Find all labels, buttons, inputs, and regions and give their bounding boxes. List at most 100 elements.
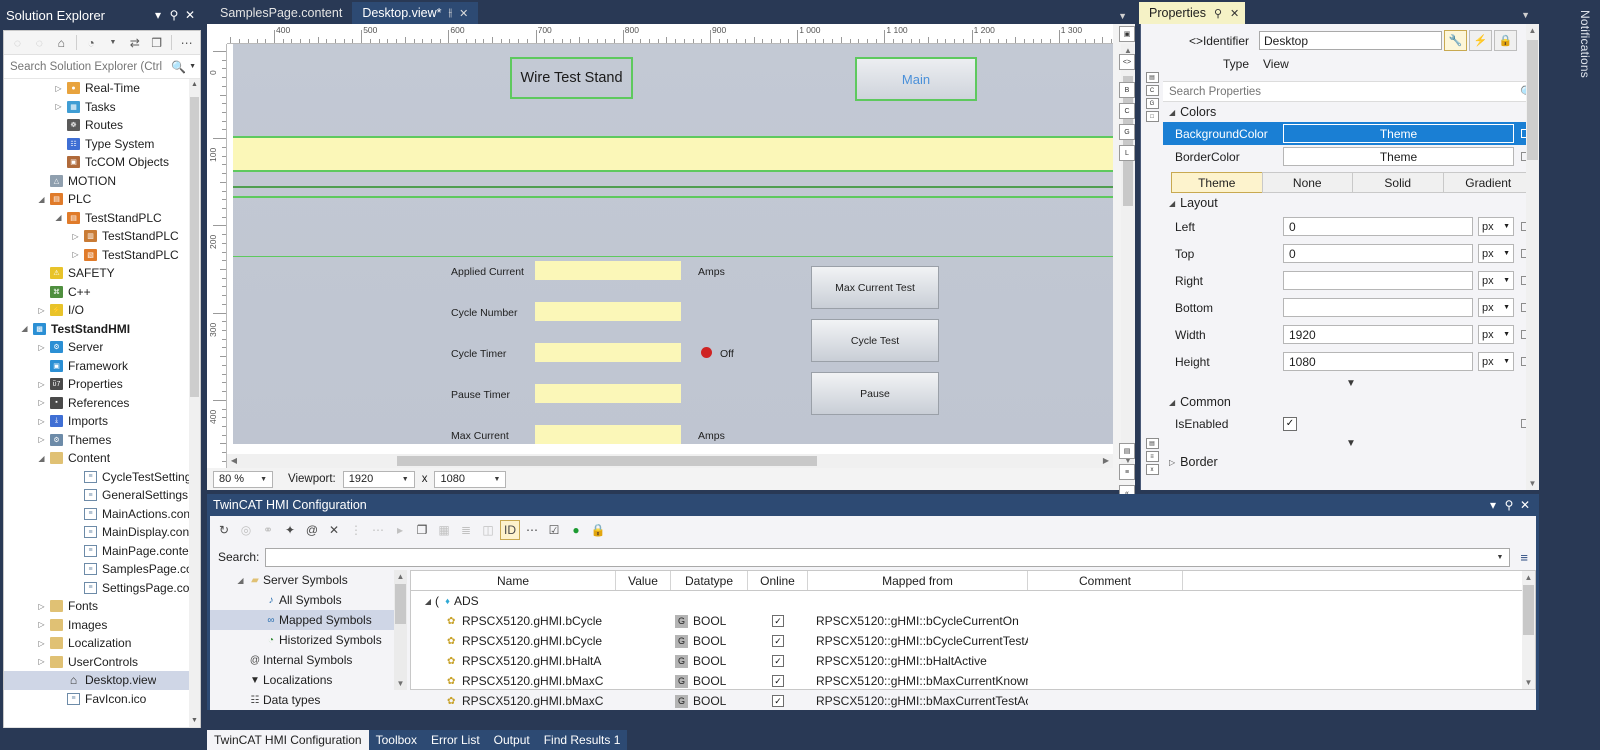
chevron-right-icon[interactable]: ▷ <box>1169 458 1175 467</box>
scroll-up-icon[interactable]: ▲ <box>189 79 200 91</box>
map-icon[interactable]: ⋮ <box>346 520 366 540</box>
is-enabled-checkbox[interactable]: ✓ <box>1283 416 1297 431</box>
collapse-all-icon[interactable]: ❐ <box>147 33 166 52</box>
tree-item[interactable]: ⌘ C++ <box>4 283 189 302</box>
hmi-value-field[interactable] <box>535 302 681 321</box>
tree-scrollbar-vertical[interactable]: ▲ ▼ <box>394 570 407 690</box>
layout-field-input[interactable] <box>1283 271 1473 290</box>
scrollbar-thumb[interactable] <box>397 456 817 466</box>
close-icon[interactable]: ✕ <box>182 7 198 23</box>
chevron-down-icon[interactable]: ▼ <box>104 33 123 52</box>
tree-item[interactable]: ≡ MainDisplay.con <box>4 523 189 542</box>
tab-properties[interactable]: Properties ⚲ ✕ <box>1139 2 1246 24</box>
search-input[interactable] <box>271 550 1493 564</box>
properties-rail-icon-1[interactable]: ▤ <box>1145 72 1159 83</box>
delete-icon[interactable]: ✕ <box>324 520 344 540</box>
chevron-right-icon[interactable]: ▷ <box>35 639 48 648</box>
chevron-down-icon[interactable]: ▼ <box>1503 358 1510 365</box>
bottom-tab[interactable]: Error List <box>423 730 487 750</box>
scrollbar-thumb[interactable] <box>1523 585 1534 635</box>
online-checkbox[interactable]: ✓ <box>772 635 784 647</box>
scroll-down-icon[interactable]: ▼ <box>1526 477 1539 490</box>
chevron-right-icon[interactable]: ▷ <box>35 380 48 389</box>
chevron-down-icon[interactable]: ◢ <box>1169 398 1175 407</box>
chevron-right-icon[interactable]: ▷ <box>35 306 48 315</box>
search-icon[interactable]: 🔍 <box>171 60 186 74</box>
scroll-up-icon[interactable]: ▲ <box>394 570 407 583</box>
overflow-icon[interactable]: ⋯ <box>177 33 196 52</box>
scrollbar-thumb[interactable] <box>190 97 199 397</box>
tree-item[interactable]: ≡ FavIcon.ico <box>4 690 189 709</box>
at-icon[interactable]: @ <box>302 520 322 540</box>
lock-icon[interactable]: 🔒 <box>588 520 608 540</box>
tree-item[interactable]: ≡ CycleTestSetting: <box>4 468 189 487</box>
chevron-down-icon[interactable]: ▼ <box>1521 10 1539 24</box>
hmi-tree-item[interactable]: ◔ Historized Symbols <box>210 630 407 650</box>
chevron-down-icon[interactable]: ▼ <box>1492 554 1507 561</box>
tree-item[interactable]: ◢ Content <box>4 449 189 468</box>
hmi-value-field[interactable] <box>535 261 681 280</box>
lock-icon[interactable]: 🔒 <box>1494 30 1517 51</box>
scroll-up-icon[interactable]: ▲ <box>1522 571 1535 584</box>
checkbox-icon[interactable]: ☑ <box>544 520 564 540</box>
close-icon[interactable]: ✕ <box>459 7 468 20</box>
tree-item[interactable]: ◢ ▤ TestStandPLC <box>4 209 189 228</box>
hmi-tree-item[interactable]: ▼ Localizations <box>210 670 407 690</box>
solution-explorer-scrollbar-vertical[interactable]: ▲ ▼ <box>189 79 200 727</box>
tree-item[interactable]: ▷ Fonts <box>4 597 189 616</box>
chevron-right-icon[interactable]: ▷ <box>69 250 82 259</box>
layout-field-input[interactable]: 1080 <box>1283 352 1473 371</box>
tree-item[interactable]: ◢ ▤ PLC <box>4 190 189 209</box>
grid-column-header[interactable]: Name <box>411 571 616 590</box>
property-value[interactable]: Theme <box>1283 147 1514 166</box>
align-b-icon[interactable]: B <box>1119 82 1135 98</box>
chevron-down-icon[interactable]: ▼ <box>1503 304 1510 311</box>
property-group-header[interactable]: ◢ Colors <box>1163 102 1539 122</box>
chevron-down-icon[interactable]: ▼ <box>1503 331 1510 338</box>
color-mode-none[interactable]: None <box>1261 172 1353 193</box>
chevron-down-icon[interactable]: ▼ <box>1503 250 1510 257</box>
wrench-icon[interactable]: 🔧 <box>1444 30 1467 51</box>
property-group-header[interactable]: ▷ Border <box>1163 452 1539 472</box>
table-row[interactable]: ✿ RPSCX5120.gHMI.bCycle G BOOL ✓ RPSCX5120::g… <box>411 611 1535 631</box>
unmap-icon[interactable]: ⋯ <box>368 520 388 540</box>
tree-item[interactable]: ▷ ▦ Tasks <box>4 98 189 117</box>
bottom-tab[interactable]: TwinCAT HMI Configuration <box>207 730 369 750</box>
properties-rail-icon-2[interactable]: C <box>1145 85 1159 96</box>
chevron-right-icon[interactable]: ▷ <box>35 417 48 426</box>
tree-item[interactable]: ▷ ▪ References <box>4 394 189 413</box>
grid-column-header[interactable]: Comment <box>1028 571 1183 590</box>
chevron-right-icon[interactable]: ▷ <box>69 232 82 241</box>
chevron-right-icon[interactable]: ▷ <box>35 398 48 407</box>
close-icon[interactable]: ✕ <box>1517 497 1533 513</box>
run-step-icon[interactable]: ▸ <box>390 520 410 540</box>
online-checkbox[interactable]: ✓ <box>772 615 784 627</box>
layout-field-input[interactable] <box>1283 298 1473 317</box>
scrollbar-thumb[interactable] <box>1527 40 1538 160</box>
bottom-tab[interactable]: Toolbox <box>368 730 424 750</box>
property-row[interactable]: BackgroundColor Theme <box>1163 122 1539 145</box>
unit-select[interactable]: px ▼ <box>1478 217 1514 236</box>
tree-item[interactable]: ▷ ⚙ Server <box>4 338 189 357</box>
table-row[interactable]: ✿ RPSCX5120.gHMI.bMaxC G BOOL ✓ RPSCX5120::gH… <box>411 671 1535 691</box>
grid-column-header[interactable]: Datatype <box>671 571 748 590</box>
chevron-down-icon[interactable]: ◢ <box>35 195 48 204</box>
chevron-right-icon[interactable]: ▷ <box>35 435 48 444</box>
tree-item[interactable]: ▷ ▥ TestStandPLC <box>4 227 189 246</box>
tree-item[interactable]: ▷ ● Real-Time <box>4 79 189 98</box>
editor-tab[interactable]: SamplesPage.content <box>210 2 352 24</box>
color-mode-gradient[interactable]: Gradient <box>1442 172 1534 193</box>
scroll-down-icon[interactable]: ▼ <box>189 715 200 727</box>
hmi-action-button[interactable]: Cycle Test <box>811 319 939 362</box>
tree-item[interactable]: ≡ MainActions.con <box>4 505 189 524</box>
canvas-scrollbar-horizontal[interactable]: ◀ ▶ <box>227 454 1113 468</box>
properties-rail-icon-4[interactable]: □ <box>1145 111 1159 122</box>
tree-item[interactable]: ▷ Images <box>4 616 189 635</box>
search-properties-input[interactable] <box>1167 84 1521 99</box>
hmi-value-field[interactable] <box>535 425 681 444</box>
tree-item[interactable]: ⚠ SAFETY <box>4 264 189 283</box>
hmi-value-field[interactable] <box>535 384 681 403</box>
sort-icon[interactable]: ≣ <box>456 520 476 540</box>
align-g-icon[interactable]: G <box>1119 124 1135 140</box>
layout-field-input[interactable]: 0 <box>1283 244 1473 263</box>
